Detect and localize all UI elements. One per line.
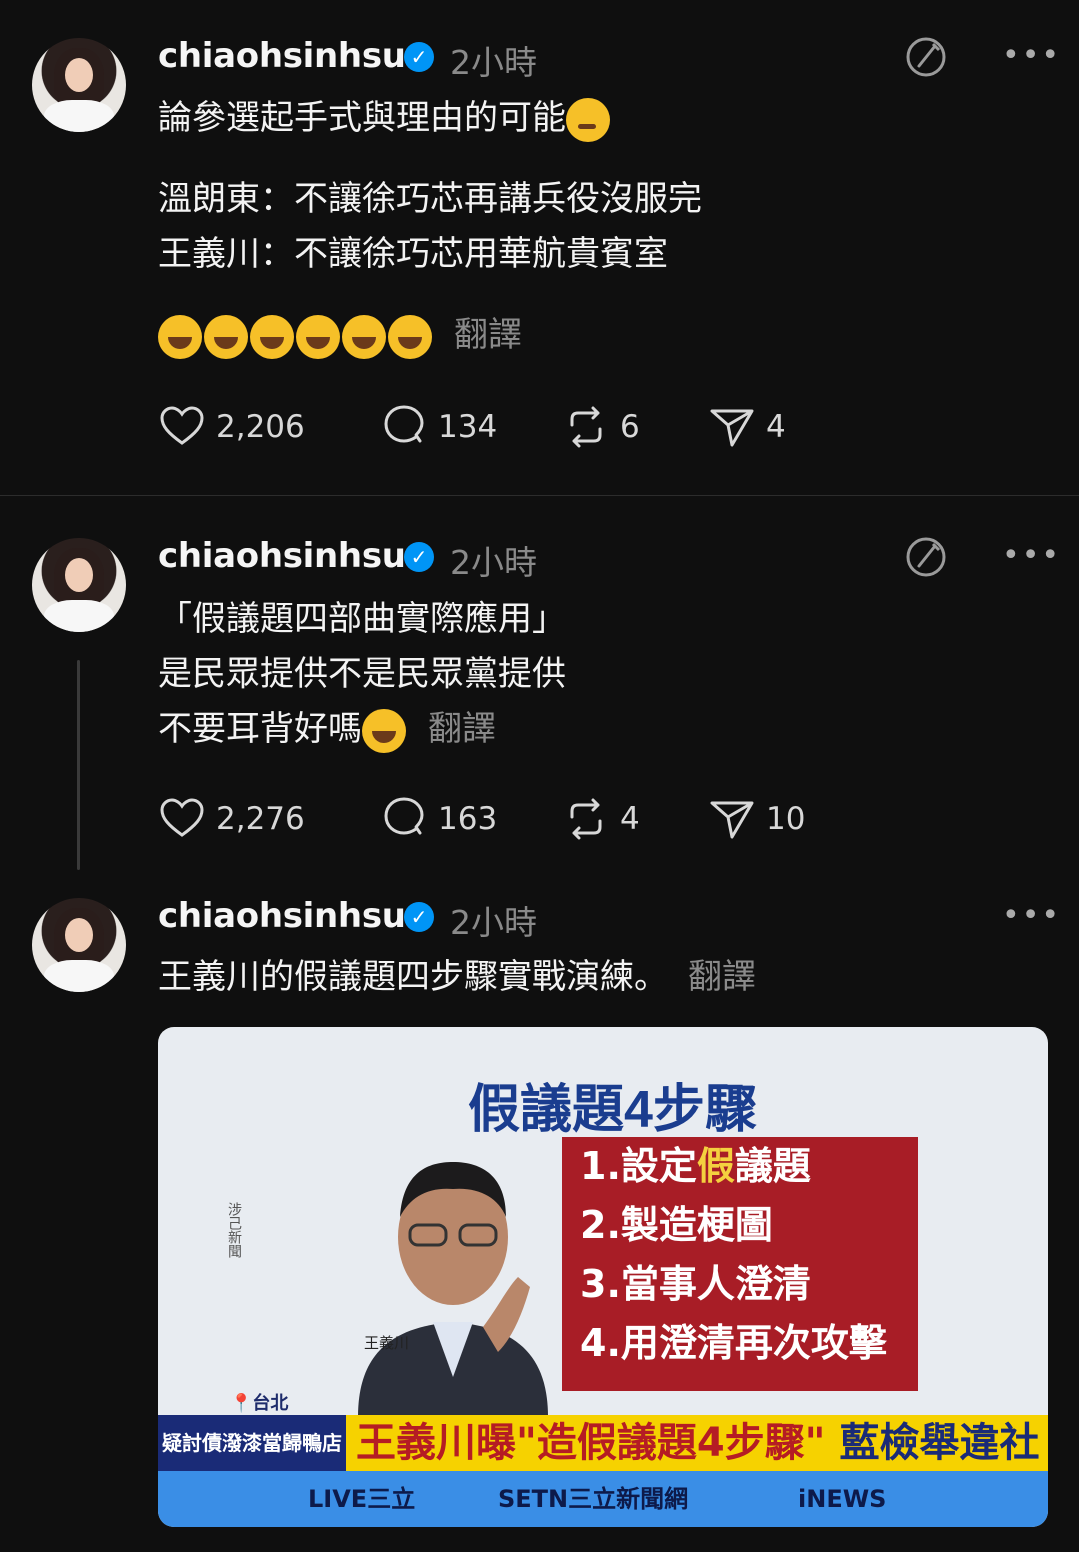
laughing-emoji-icon: [158, 314, 202, 359]
news-ticker: 疑討債潑漆當歸鴨店 王義川曝"造假議題4步驟" 藍檢舉違社維法: [158, 1415, 1048, 1522]
channel-site: SETN三立新聞網: [498, 1485, 689, 1513]
like-button[interactable]: 2,276: [158, 794, 305, 844]
comment-button[interactable]: 134: [380, 402, 497, 452]
translate-link[interactable]: 翻譯: [688, 957, 756, 997]
send-icon: [710, 409, 754, 447]
repost-icon: [570, 406, 602, 448]
step-1: 1.設定假議題: [580, 1144, 811, 1188]
step-2: 2.製造梗圖: [580, 1203, 773, 1247]
share-button[interactable]: 10: [708, 794, 805, 844]
post-text-line: 是民眾提供不是民眾黨提供: [158, 654, 566, 694]
post-time: 2小時: [450, 543, 537, 582]
translate-link[interactable]: 翻譯: [428, 709, 496, 749]
repost-button[interactable]: 6: [562, 402, 640, 452]
post-time: 2小時: [450, 903, 537, 942]
like-count: 2,276: [216, 801, 305, 837]
comment-bubble-icon: [384, 405, 424, 443]
avatar[interactable]: [32, 538, 126, 632]
post-text-line: 「假議題四部曲實際應用」: [158, 599, 566, 639]
repost-button[interactable]: 4: [562, 794, 640, 844]
translate-link[interactable]: 翻譯: [454, 315, 522, 355]
post-text-line: 不要耳背好嗎 翻譯: [158, 702, 496, 757]
heart-icon: [160, 406, 204, 445]
post-text-line: 王義川的假議題四步驟實戰演練。 翻譯: [158, 957, 756, 997]
comment-count: 163: [438, 801, 498, 837]
post-text-line: 溫朗東：不讓徐巧芯再講兵役沒服完: [158, 179, 702, 219]
heart-icon: [160, 798, 204, 837]
share-count: 10: [766, 801, 806, 837]
verified-badge-icon: ✓: [404, 902, 434, 932]
step-3: 3.當事人澄清: [580, 1262, 811, 1306]
verified-badge-icon: ✓: [404, 42, 434, 72]
thread-line: [77, 660, 80, 870]
more-options-icon[interactable]: •••: [1002, 898, 1061, 933]
ticker-topic: 疑討債潑漆當歸鴨店: [158, 1415, 346, 1471]
verified-badge-icon: ✓: [404, 542, 434, 572]
username[interactable]: chiaohsinhsu: [158, 536, 406, 576]
steps-box: 1.設定假議題 2.製造梗圖 3.當事人澄清 4.用澄清再次攻擊: [562, 1137, 918, 1391]
more-options-icon[interactable]: •••: [1002, 538, 1061, 573]
post-divider: [0, 495, 1079, 496]
channel-live: LIVE三立: [308, 1485, 416, 1513]
like-button[interactable]: 2,206: [158, 402, 305, 452]
laughing-emoji-icon: [250, 314, 294, 359]
channel-bar: LIVE三立 SETN三立新聞網 iNEWS: [158, 1471, 1048, 1527]
avatar[interactable]: [32, 898, 126, 992]
media-vertical-label: 涉己新聞: [226, 1202, 242, 1258]
quote-edit-icon[interactable]: [905, 36, 947, 78]
post-image[interactable]: 假議題4步驟 涉己新聞 王義川 1.設定假議題 2.製造梗圖 3.當事人澄清 4…: [158, 1027, 1048, 1527]
avatar[interactable]: [32, 38, 126, 132]
quote-edit-icon[interactable]: [905, 536, 947, 578]
comment-button[interactable]: 163: [380, 794, 497, 844]
media-title: 假議題4步驟: [468, 1081, 757, 1139]
repost-icon: [570, 798, 602, 840]
laughing-emoji-icon: [342, 314, 386, 359]
post-text-line: 王義川：不讓徐巧芯用華航貴賓室: [158, 234, 668, 274]
media-location: 📍台北: [230, 1393, 289, 1414]
share-button[interactable]: 4: [708, 402, 786, 452]
like-count: 2,206: [216, 409, 305, 445]
channel-inews: iNEWS: [798, 1485, 887, 1513]
post-text-line: 論參選起手式與理由的可能: [158, 91, 612, 146]
post-time: 2小時: [450, 43, 537, 82]
person-figure: [358, 1162, 548, 1417]
share-count: 4: [766, 409, 786, 445]
comment-bubble-icon: [384, 797, 424, 835]
laughing-emoji-icon: [204, 314, 248, 359]
step-4: 4.用澄清再次攻擊: [580, 1321, 887, 1365]
laughing-emoji-icon: [362, 708, 406, 753]
username[interactable]: chiaohsinhsu: [158, 896, 406, 936]
thinking-emoji-icon: [566, 97, 610, 142]
media-person-name: 王義川: [364, 1334, 410, 1352]
laughing-emoji-icon: [388, 314, 432, 359]
repost-count: 4: [620, 801, 640, 837]
comment-count: 134: [438, 409, 498, 445]
laughing-emoji-icon: [296, 314, 340, 359]
send-icon: [710, 801, 754, 839]
username[interactable]: chiaohsinhsu: [158, 36, 406, 76]
emoji-row: 翻譯: [158, 308, 522, 363]
repost-count: 6: [620, 409, 640, 445]
more-options-icon[interactable]: •••: [1002, 38, 1061, 73]
